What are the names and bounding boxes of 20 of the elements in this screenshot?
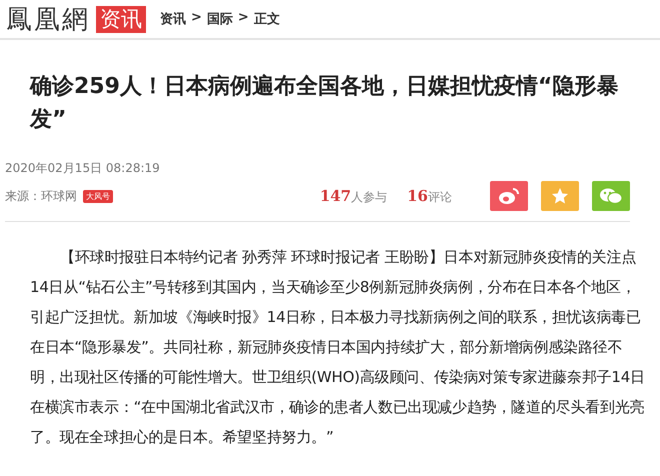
site-logo[interactable]: 鳳凰網 <box>6 2 90 36</box>
breadcrumb-link[interactable]: 国际 <box>206 10 233 28</box>
wechat-icon <box>599 187 623 205</box>
publish-date: 2020年02月15日 08:28:19 <box>5 160 161 177</box>
breadcrumb-separator: > <box>191 10 202 27</box>
weibo-icon <box>498 187 520 205</box>
favorite-button[interactable] <box>541 181 579 211</box>
breadcrumb-separator: > <box>238 10 249 27</box>
share-button[interactable] <box>592 181 630 211</box>
channel-badge[interactable]: 资讯 <box>96 6 146 32</box>
source-badge: 大风号 <box>83 190 113 202</box>
source-text: 来源：环球网 <box>5 188 77 204</box>
article-paragraph: 【环球时报驻日本特约记者 孙秀萍 环球时报记者 王盼盼】日本对新冠肺炎疫情的关注点14日从“钻石公主”号转移到其国内，当天确诊至少8例新冠肺炎病例，分布在日本各个地区，引起广泛担忧。新加坡《海峡时报》14日称，日本极力寻找新病例之间的联系，担忧该病毒已在日本“隐形暴发”。共同社称，新冠肺炎疫情日本国内持续扩大，部分新增病例感染路径不明，出现社区传播的可能性增大。世卫组织(WHO)高级顾问、传染病对策专家进藤奈邦子14日在横滨市表示：“在中国湖北省武汉市，确诊的患者人数已出现减少趋势，隧道的尽头看到光亮了。现在全球担心的是日本。希望坚持努力。” <box>30 247 646 448</box>
star-icon <box>551 187 569 205</box>
breadcrumb-link[interactable]: 资讯 <box>160 10 186 28</box>
stat-text[interactable]: 16评论 <box>407 186 452 206</box>
breadcrumb-link[interactable]: 正文 <box>254 10 280 28</box>
share-button[interactable] <box>490 181 528 211</box>
stat-text[interactable]: 147人参与 <box>320 186 388 206</box>
article-title: 确诊259人！日本病例遍布全国各地，日媒担忧疫情“隐形暴发” <box>30 72 620 134</box>
